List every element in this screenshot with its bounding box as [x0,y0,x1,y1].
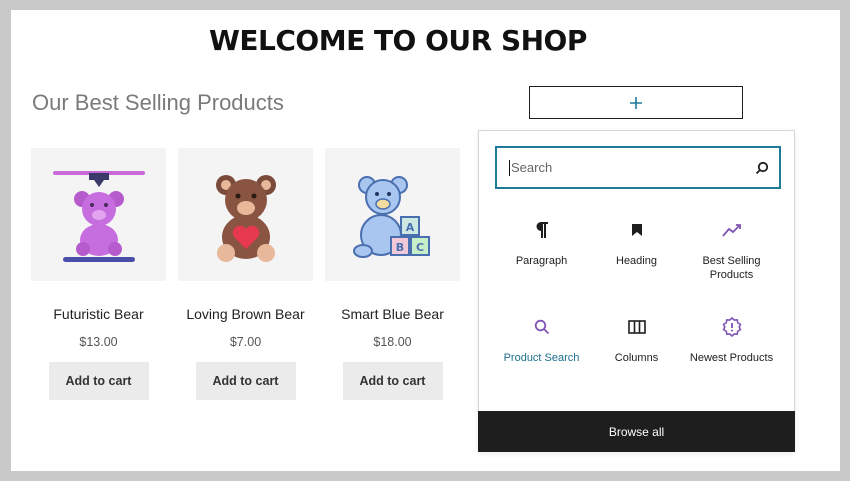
product-price: $13.00 [79,335,118,349]
block-search[interactable] [495,146,781,189]
block-label: Heading [616,255,657,267]
paragraph-icon [536,222,548,238]
product-price: $18.00 [373,335,412,349]
shop-title: WELCOME TO OUR SHOP [209,24,587,57]
add-to-cart-button[interactable]: Add to cart [342,362,443,400]
svg-text:B: B [395,241,403,254]
block-list: Paragraph Heading Best Selling Products … [494,219,779,413]
product-image[interactable]: A B C [325,148,460,281]
product-price: $7.00 [229,335,262,349]
block-item-heading[interactable]: Heading [589,219,684,316]
product-card: Futuristic Bear $13.00 Add to cart [31,148,166,400]
product-image[interactable] [178,148,313,281]
block-item-newest-products[interactable]: Newest Products [684,316,779,413]
columns-icon [627,320,646,334]
search-icon [534,319,549,335]
blue-bear-blocks-icon: A B C [352,175,430,258]
block-label: Columns [614,352,659,364]
product-card: Loving Brown Bear $7.00 Add to cart [178,148,313,400]
trend-icon [721,224,741,237]
purple-bear-icon [52,170,145,262]
block-item-paragraph[interactable]: Paragraph [494,219,589,316]
bookmark-icon [631,224,642,236]
text-caret [509,159,510,176]
plus-icon [630,96,642,109]
search-icon[interactable] [755,161,769,175]
product-name[interactable]: Loving Brown Bear [178,306,313,322]
product-name[interactable]: Futuristic Bear [31,306,166,322]
block-label: Paragraph [515,255,568,267]
block-item-columns[interactable]: Columns [589,316,684,413]
product-image[interactable] [31,148,166,281]
svg-text:A: A [405,221,414,234]
editor-canvas: WELCOME TO OUR SHOP Our Best Selling Pro… [11,10,840,471]
badge-icon [722,317,741,337]
block-inserter-popover: Paragraph Heading Best Selling Prod [478,130,795,452]
add-block-button[interactable] [529,86,743,119]
block-label: Newest Products [689,352,774,364]
block-item-product-search[interactable]: Product Search [494,316,589,413]
block-label: Product Search [503,352,580,364]
product-name[interactable]: Smart Blue Bear [325,306,460,322]
block-item-best-selling-products[interactable]: Best Selling Products [684,219,779,316]
browse-all-button[interactable]: Browse all [478,411,795,452]
product-card: A B C Smart Blue Bear $18.00 Add to cart [325,148,460,400]
brown-bear-heart-icon [215,174,276,262]
block-search-input[interactable] [511,160,755,175]
add-to-cart-button[interactable]: Add to cart [48,362,149,400]
add-to-cart-button[interactable]: Add to cart [195,362,296,400]
block-label: Best Selling Products [702,255,761,281]
section-heading: Our Best Selling Products [32,90,284,115]
svg-text:C: C [415,241,423,254]
